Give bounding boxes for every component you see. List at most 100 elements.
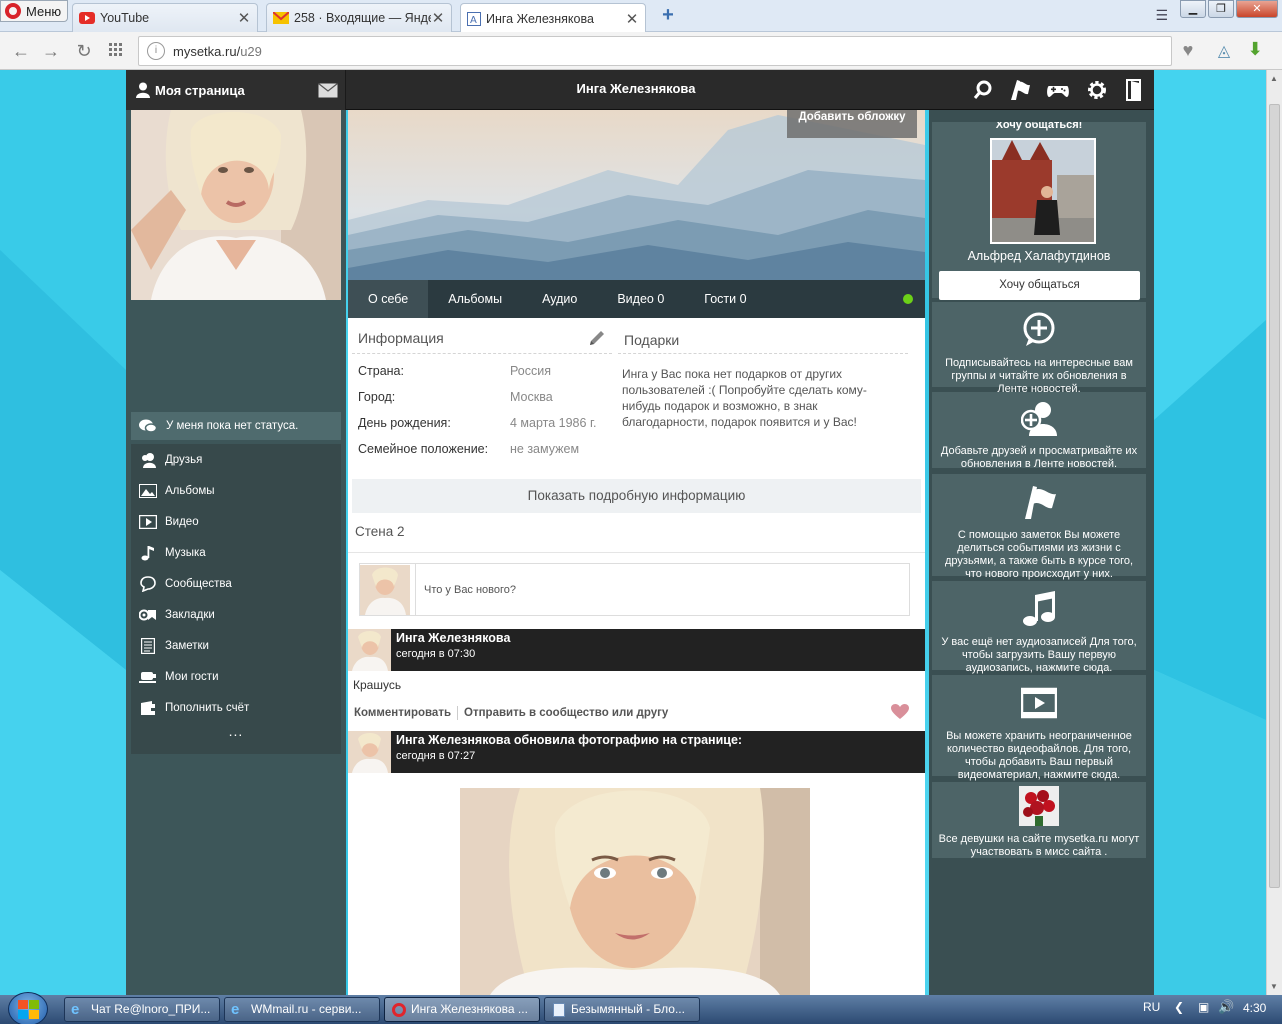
scrollbar-thumb[interactable] bbox=[1269, 104, 1280, 888]
forward-icon[interactable]: → bbox=[40, 40, 62, 62]
menu-item-notes[interactable]: Заметки bbox=[131, 630, 341, 661]
post-author-name[interactable]: Инга Железнякова обновила фотографию на … bbox=[396, 733, 742, 747]
taskbar-item-ie-chat[interactable]: e Чат Re@lnoro_ПРИ... bbox=[64, 997, 220, 1022]
bookmark-heart-icon[interactable]: ♥ bbox=[1175, 40, 1201, 62]
tab-guests[interactable]: Гости 0 bbox=[684, 280, 766, 318]
video-film-icon bbox=[1020, 687, 1058, 719]
want-to-chat-button[interactable]: Хочу общаться bbox=[939, 271, 1140, 300]
suggested-user-image bbox=[992, 140, 1094, 242]
speed-dial-icon[interactable] bbox=[105, 40, 127, 62]
share-button[interactable]: Отправить в сообщество или другу bbox=[464, 707, 668, 719]
info-card-groups[interactable]: Подписывайтесь на интересные вам группы … bbox=[932, 302, 1146, 395]
info-card-notes[interactable]: С помощью заметок Вы можете делиться соб… bbox=[932, 474, 1146, 580]
tab-inga[interactable]: A Инга Железнякова ✕ bbox=[460, 3, 646, 33]
menu-item-label: Мои гости bbox=[165, 670, 219, 683]
security-info-icon[interactable]: i bbox=[147, 42, 165, 60]
tab-audio[interactable]: Аудио bbox=[522, 280, 597, 318]
wall-divider bbox=[348, 552, 925, 553]
menu-item-guests[interactable]: Мои гости bbox=[131, 661, 341, 692]
tab-youtube[interactable]: YouTube ✕ bbox=[72, 3, 258, 32]
extension-icon[interactable]: ◬ bbox=[1214, 41, 1234, 61]
comment-button[interactable]: Комментировать bbox=[354, 707, 451, 719]
tab-menu-icon[interactable]: ☰ bbox=[1155, 7, 1168, 24]
post-author-avatar[interactable] bbox=[348, 731, 391, 773]
download-icon[interactable]: ⬇ bbox=[1244, 39, 1266, 61]
video-icon bbox=[139, 514, 157, 529]
flags-icon[interactable] bbox=[1008, 78, 1032, 102]
scroll-down-icon[interactable]: ▼ bbox=[1270, 982, 1278, 991]
page-scrollbar[interactable]: ▲ ▼ bbox=[1266, 70, 1282, 995]
tab-close-icon[interactable]: ✕ bbox=[237, 9, 251, 27]
tab-label: Инга Железнякова bbox=[486, 11, 594, 26]
profile-avatar-photo[interactable] bbox=[131, 110, 341, 300]
info-value: Россия bbox=[510, 364, 551, 378]
suggested-user-photo[interactable] bbox=[990, 138, 1096, 244]
start-button[interactable] bbox=[8, 992, 48, 1024]
tab-label: YouTube bbox=[100, 11, 150, 25]
taskbar-item-opera[interactable]: Инга Железнякова ... bbox=[384, 997, 540, 1022]
add-cover-button[interactable]: Добавить обложку bbox=[787, 110, 917, 138]
scroll-up-icon[interactable]: ▲ bbox=[1270, 74, 1278, 83]
search-icon[interactable] bbox=[971, 78, 995, 102]
communities-icon bbox=[140, 575, 156, 592]
new-post-input[interactable]: Что у Вас нового? bbox=[415, 564, 909, 615]
volume-icon[interactable]: 🔊 bbox=[1218, 999, 1234, 1015]
maximize-button[interactable]: ❐ bbox=[1208, 0, 1234, 18]
post-photo[interactable] bbox=[460, 788, 810, 995]
post-author-avatar[interactable] bbox=[348, 629, 391, 671]
like-heart-icon[interactable] bbox=[891, 704, 909, 720]
my-page-label: Моя страница bbox=[155, 82, 245, 98]
reload-icon[interactable]: ↻ bbox=[73, 40, 95, 62]
menu-item-topup[interactable]: Пополнить счёт bbox=[131, 692, 341, 723]
notes-icon bbox=[141, 637, 155, 654]
menu-item-bookmarks[interactable]: Закладки bbox=[131, 599, 341, 630]
url-field[interactable]: i mysetka.ru/u29 bbox=[138, 36, 1172, 66]
info-card-friends[interactable]: Добавьте друзей и просматривайте их обно… bbox=[932, 392, 1146, 470]
logout-door-icon[interactable] bbox=[1122, 78, 1146, 102]
taskbar-item-notepad[interactable]: Безымянный - Бло... bbox=[544, 997, 700, 1022]
page-title: Инга Железнякова bbox=[576, 81, 696, 96]
tab-close-icon[interactable]: ✕ bbox=[431, 9, 445, 27]
post-header: Инга Железнякова сегодня в 07:30 bbox=[348, 629, 925, 671]
menu-item-communities[interactable]: Сообщества bbox=[131, 568, 341, 599]
suggested-user-name[interactable]: Альфред Халафутдинов bbox=[932, 249, 1146, 263]
tab-albums[interactable]: Альбомы bbox=[428, 280, 522, 318]
menu-item-friends[interactable]: Друзья bbox=[131, 444, 341, 475]
left-menu: Друзья Альбомы Видео Музыка Сообщества З… bbox=[131, 444, 341, 754]
tab-video[interactable]: Видео 0 bbox=[597, 280, 684, 318]
settings-gear-icon[interactable] bbox=[1085, 78, 1109, 102]
menu-item-video[interactable]: Видео bbox=[131, 506, 341, 537]
edit-pencil-icon[interactable] bbox=[588, 329, 606, 347]
my-page-link[interactable]: Моя страница bbox=[126, 70, 346, 110]
info-card-music[interactable]: У вас ещё нет аудиозаписей Для того, что… bbox=[932, 581, 1146, 674]
games-icon[interactable] bbox=[1046, 78, 1070, 102]
taskbar-item-ie-wmmail[interactable]: e WMmail.ru - серви... bbox=[224, 997, 380, 1022]
friends-icon bbox=[142, 452, 156, 468]
new-post-box: Что у Вас нового? bbox=[359, 563, 910, 616]
post-text: Крашусь bbox=[353, 678, 402, 692]
minimize-button[interactable]: ▁ bbox=[1180, 0, 1206, 18]
info-card-miss[interactable]: Все девушки на сайте mysetka.ru могут уч… bbox=[932, 782, 1146, 858]
clock[interactable]: 4:30 bbox=[1243, 1001, 1266, 1015]
new-tab-button[interactable]: + bbox=[658, 5, 678, 26]
opera-menu-button[interactable]: Меню bbox=[0, 0, 68, 22]
info-section: Информация Страна: Россия Город: Москва Де… bbox=[352, 322, 612, 472]
language-indicator[interactable]: RU bbox=[1143, 1000, 1160, 1014]
menu-more-button[interactable]: ... bbox=[131, 723, 341, 747]
post-author-name[interactable]: Инга Железнякова bbox=[396, 631, 510, 645]
back-icon[interactable]: ← bbox=[10, 40, 32, 62]
tab-yandex-mail[interactable]: 258 · Входящие — Яндекс ✕ bbox=[266, 3, 452, 32]
close-window-button[interactable]: ✕ bbox=[1236, 0, 1278, 18]
tab-about[interactable]: О себе bbox=[348, 280, 429, 318]
show-more-info-button[interactable]: Показать подробную информацию bbox=[352, 479, 921, 513]
network-icon[interactable]: ▣ bbox=[1198, 1000, 1209, 1014]
tray-expand-icon[interactable]: ❮ bbox=[1174, 1000, 1184, 1014]
messages-mail-icon[interactable] bbox=[318, 83, 338, 98]
menu-item-albums[interactable]: Альбомы bbox=[131, 475, 341, 506]
menu-item-music[interactable]: Музыка bbox=[131, 537, 341, 568]
tab-close-icon[interactable]: ✕ bbox=[625, 10, 639, 28]
want-to-chat-header: Хочу общаться! bbox=[995, 122, 1083, 131]
info-card-video[interactable]: Вы можете хранить неограниченное количес… bbox=[932, 675, 1146, 781]
wall-title: Стена 2 bbox=[355, 524, 405, 539]
status-line[interactable]: У меня пока нет статуса. bbox=[131, 412, 341, 440]
